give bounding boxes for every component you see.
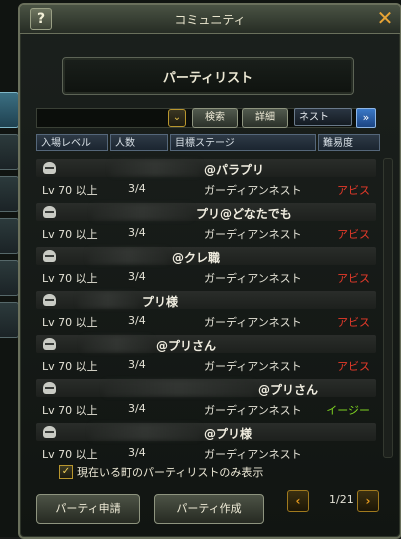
detail-button[interactable]: 詳細 [242, 108, 288, 128]
redacted-name [82, 336, 152, 352]
party-difficulty: アビス [337, 316, 370, 329]
party-name: @プリ様 [204, 427, 253, 441]
voice-chat-icon [43, 426, 56, 438]
party-level: Lv 70 以上 [42, 448, 98, 461]
title-bar[interactable]: ? コミュニティ ✕ [20, 5, 400, 34]
window-title: コミュニティ [174, 13, 246, 27]
redacted-name [90, 424, 200, 440]
party-name: プリ様 [142, 295, 179, 309]
voice-chat-icon [43, 382, 56, 394]
close-button[interactable]: ✕ [375, 8, 395, 28]
redacted-name [110, 160, 200, 176]
party-row[interactable]: プリ様 Lv 70 以上 3/4 ガーディアンネスト アビス [36, 290, 376, 330]
party-level: Lv 70 以上 [42, 228, 98, 241]
party-stage: ガーディアンネスト [204, 272, 302, 285]
party-difficulty: アビス [337, 272, 370, 285]
party-level: Lv 70 以上 [42, 404, 98, 417]
window-frame: ? コミュニティ ✕ パーティリスト ⌄ 検索 詳細 ネスト » 入場レベル 人… [18, 3, 401, 539]
party-apply-button[interactable]: パーティ申請 [36, 494, 140, 524]
dropdown-icon[interactable]: ⌄ [168, 109, 186, 127]
page-title: パーティリスト [162, 71, 254, 86]
party-stage: ガーディアンネスト [204, 404, 302, 417]
party-count: 3/4 [128, 314, 146, 327]
voice-chat-icon [43, 206, 56, 218]
community-window: ? コミュニティ ✕ パーティリスト ⌄ 検索 詳細 ネスト » 入場レベル 人… [0, 0, 401, 539]
party-difficulty: イージー [326, 404, 370, 417]
side-tab-5[interactable] [0, 260, 19, 296]
page-heading: パーティリスト [62, 57, 354, 95]
party-name: @クレ職 [172, 251, 221, 265]
scrollbar[interactable] [383, 158, 393, 458]
party-count: 3/4 [128, 226, 146, 239]
party-row[interactable]: @クレ職 Lv 70 以上 3/4 ガーディアンネスト アビス [36, 246, 376, 286]
side-tab-4[interactable] [0, 218, 19, 254]
party-count: 3/4 [128, 182, 146, 195]
redacted-name [104, 380, 254, 396]
party-list: @パラプリ Lv 70 以上 3/4 ガーディアンネスト アビス プリ@どなたでも Lv 7… [36, 158, 380, 466]
town-filter-label[interactable]: 現在いる町のパーティリストのみ表示 [77, 464, 263, 480]
party-row[interactable]: @プリさん Lv 70 以上 3/4 ガーディアンネスト イージー [36, 378, 376, 418]
party-level: Lv 70 以上 [42, 360, 98, 373]
page-indicator: 1/21 [329, 493, 354, 506]
party-difficulty: アビス [337, 184, 370, 197]
party-name: @プリさん [258, 383, 319, 397]
prev-page-icon[interactable]: ‹ [287, 490, 309, 512]
party-name: プリ@どなたでも [196, 207, 292, 221]
column-header-stage[interactable]: 目標ステージ [170, 134, 316, 151]
party-row[interactable]: @プリさん Lv 70 以上 3/4 ガーディアンネスト アビス [36, 334, 376, 374]
party-create-button[interactable]: パーティ作成 [154, 494, 264, 524]
redacted-name [88, 248, 168, 264]
column-header-count[interactable]: 人数 [110, 134, 168, 151]
voice-chat-icon [43, 338, 56, 350]
column-header-level[interactable]: 入場レベル [36, 134, 108, 151]
side-tab-6[interactable] [0, 302, 19, 338]
party-count: 3/4 [128, 402, 146, 415]
party-difficulty: アビス [337, 360, 370, 373]
next-page-icon[interactable]: › [357, 490, 379, 512]
party-stage: ガーディアンネスト [204, 184, 302, 197]
voice-chat-icon [43, 162, 56, 174]
party-count: 3/4 [128, 358, 146, 371]
party-level: Lv 70 以上 [42, 316, 98, 329]
party-name: @プリさん [156, 339, 217, 353]
party-stage: ガーディアンネスト [204, 316, 302, 329]
nest-select[interactable]: ネスト [294, 108, 352, 126]
voice-chat-icon [43, 250, 56, 262]
double-chevron-right-icon[interactable]: » [356, 108, 376, 128]
side-tab-2[interactable] [0, 134, 19, 170]
town-filter-checkbox[interactable]: ✓ [59, 465, 73, 479]
redacted-name [92, 204, 192, 220]
party-name: @パラプリ [204, 163, 265, 177]
side-tab-3[interactable] [0, 176, 19, 212]
party-level: Lv 70 以上 [42, 184, 98, 197]
party-stage: ガーディアンネスト [204, 360, 302, 373]
party-difficulty: アビス [337, 228, 370, 241]
party-stage: ガーディアンネスト [204, 448, 302, 461]
search-button[interactable]: 検索 [192, 108, 238, 128]
redacted-name [78, 292, 138, 308]
party-count: 3/4 [128, 270, 146, 283]
party-level: Lv 70 以上 [42, 272, 98, 285]
party-stage: ガーディアンネスト [204, 228, 302, 241]
party-row[interactable]: @プリ様 Lv 70 以上 3/4 ガーディアンネスト [36, 422, 376, 462]
side-tab-1[interactable] [0, 92, 19, 128]
party-row[interactable]: プリ@どなたでも Lv 70 以上 3/4 ガーディアンネスト アビス [36, 202, 376, 242]
party-count: 3/4 [128, 446, 146, 459]
voice-chat-icon [43, 294, 56, 306]
column-header-difficulty[interactable]: 難易度 [318, 134, 380, 151]
party-row[interactable]: @パラプリ Lv 70 以上 3/4 ガーディアンネスト アビス [36, 158, 376, 198]
